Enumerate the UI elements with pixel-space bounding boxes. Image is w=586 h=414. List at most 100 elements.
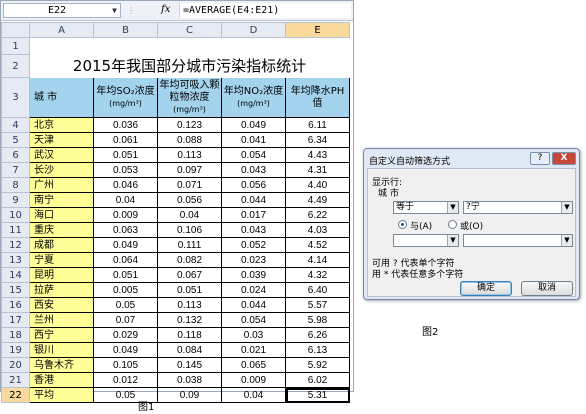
cell-city[interactable]: 平均	[29, 387, 94, 403]
cell-city[interactable]: 昆明	[29, 267, 94, 283]
cell-ph[interactable]: 4.49	[285, 192, 350, 208]
row-header[interactable]: 21	[1, 372, 30, 388]
row-header[interactable]: 11	[1, 222, 30, 238]
cell-so2[interactable]: 0.049	[93, 237, 158, 253]
cell-pm[interactable]: 0.051	[157, 282, 222, 298]
row-header[interactable]: 13	[1, 252, 30, 268]
row-header[interactable]: 9	[1, 192, 30, 208]
and-radio[interactable]	[398, 220, 407, 229]
cell-ph[interactable]: 4.03	[285, 222, 350, 238]
cell-no2[interactable]: 0.054	[221, 312, 286, 328]
operator-select-1[interactable]: 等于 ▼	[393, 201, 459, 214]
column-header-b[interactable]: B	[93, 22, 158, 38]
empty-cell[interactable]	[29, 37, 350, 55]
cell-pm[interactable]: 0.04	[157, 207, 222, 223]
cell-city[interactable]: 重庆	[29, 222, 94, 238]
cell-pm[interactable]: 0.113	[157, 297, 222, 313]
cell-ph[interactable]: 5.92	[285, 357, 350, 373]
cell-no2[interactable]: 0.052	[221, 237, 286, 253]
cell-city[interactable]: 银川	[29, 342, 94, 358]
cell-ph[interactable]: 6.22	[285, 207, 350, 223]
cell-pm[interactable]: 0.09	[157, 387, 222, 403]
cell-pm[interactable]: 0.088	[157, 132, 222, 148]
cell-so2[interactable]: 0.051	[93, 147, 158, 163]
cell-city[interactable]: 西安	[29, 297, 94, 313]
cell-so2[interactable]: 0.053	[93, 162, 158, 178]
row-header[interactable]: 10	[1, 207, 30, 223]
cell-pm[interactable]: 0.097	[157, 162, 222, 178]
cell-ph[interactable]: 6.26	[285, 327, 350, 343]
row-header[interactable]: 4	[1, 117, 30, 133]
formula-input[interactable]: =AVERAGE(E4:E21)	[179, 3, 351, 18]
cell-ph[interactable]: 6.11	[285, 117, 350, 133]
row-header[interactable]: 17	[1, 312, 30, 328]
cell-so2[interactable]: 0.009	[93, 207, 158, 223]
row-header[interactable]: 16	[1, 297, 30, 313]
value-input-1[interactable]: ?宁 ▼	[463, 201, 573, 214]
header-so2[interactable]: 年均SO₂浓度 (mg/m³)	[93, 77, 158, 118]
cell-ph[interactable]: 6.13	[285, 342, 350, 358]
cell-no2[interactable]: 0.044	[221, 192, 286, 208]
cell-no2[interactable]: 0.049	[221, 117, 286, 133]
chevron-down-icon[interactable]: ▼	[112, 4, 117, 17]
cell-no2[interactable]: 0.017	[221, 207, 286, 223]
cell-city[interactable]: 成都	[29, 237, 94, 253]
cell-ph[interactable]: 6.40	[285, 282, 350, 298]
row-header[interactable]: 14	[1, 267, 30, 283]
row-header[interactable]: 20	[1, 357, 30, 373]
cell-ph[interactable]: 4.32	[285, 267, 350, 283]
chevron-down-icon[interactable]: ▼	[561, 202, 572, 213]
cell-no2[interactable]: 0.039	[221, 267, 286, 283]
cell-no2[interactable]: 0.023	[221, 252, 286, 268]
row-header[interactable]: 2	[1, 54, 30, 78]
cell-city[interactable]: 长沙	[29, 162, 94, 178]
cell-no2[interactable]: 0.065	[221, 357, 286, 373]
cell-no2[interactable]: 0.024	[221, 282, 286, 298]
chevron-down-icon[interactable]: ▼	[447, 235, 458, 246]
cell-pm[interactable]: 0.145	[157, 357, 222, 373]
chevron-down-icon[interactable]: ▼	[561, 235, 572, 246]
cell-ph[interactable]: 4.14	[285, 252, 350, 268]
operator-select-2[interactable]: ▼	[393, 234, 459, 247]
cell-pm[interactable]: 0.118	[157, 327, 222, 343]
row-header[interactable]: 18	[1, 327, 30, 343]
cell-pm[interactable]: 0.123	[157, 117, 222, 133]
cell-no2[interactable]: 0.054	[221, 147, 286, 163]
row-header[interactable]: 5	[1, 132, 30, 148]
row-header[interactable]: 8	[1, 177, 30, 193]
cell-so2[interactable]: 0.064	[93, 252, 158, 268]
row-header[interactable]: 15	[1, 282, 30, 298]
cell-so2[interactable]: 0.07	[93, 312, 158, 328]
cell-city[interactable]: 武汉	[29, 147, 94, 163]
cell-city[interactable]: 拉萨	[29, 282, 94, 298]
cell-so2[interactable]: 0.036	[93, 117, 158, 133]
cell-so2[interactable]: 0.046	[93, 177, 158, 193]
cell-so2[interactable]: 0.049	[93, 342, 158, 358]
help-button[interactable]: ?	[530, 152, 550, 165]
cell-pm[interactable]: 0.056	[157, 192, 222, 208]
column-header-d[interactable]: D	[221, 22, 286, 38]
cell-no2[interactable]: 0.009	[221, 372, 286, 388]
column-header-e[interactable]: E	[285, 22, 350, 38]
cell-no2[interactable]: 0.04	[221, 387, 286, 403]
select-all-corner[interactable]	[1, 22, 30, 38]
cell-ph[interactable]: 5.57	[285, 297, 350, 313]
cell-ph[interactable]: 5.98	[285, 312, 350, 328]
cell-so2[interactable]: 0.105	[93, 357, 158, 373]
cell-city[interactable]: 海口	[29, 207, 94, 223]
cell-so2[interactable]: 0.05	[93, 297, 158, 313]
cell-no2[interactable]: 0.043	[221, 162, 286, 178]
cell-so2[interactable]: 0.005	[93, 282, 158, 298]
close-button[interactable]: X	[552, 152, 576, 165]
cell-pm[interactable]: 0.111	[157, 237, 222, 253]
cell-city[interactable]: 乌鲁木齐	[29, 357, 94, 373]
cell-city[interactable]: 北京	[29, 117, 94, 133]
cell-ph[interactable]: 4.31	[285, 162, 350, 178]
column-header-c[interactable]: C	[157, 22, 222, 38]
row-header[interactable]: 3	[1, 77, 30, 118]
cell-no2[interactable]: 0.043	[221, 222, 286, 238]
cell-city[interactable]: 宁夏	[29, 252, 94, 268]
cell-so2[interactable]: 0.061	[93, 132, 158, 148]
cell-so2[interactable]: 0.051	[93, 267, 158, 283]
cell-so2[interactable]: 0.04	[93, 192, 158, 208]
